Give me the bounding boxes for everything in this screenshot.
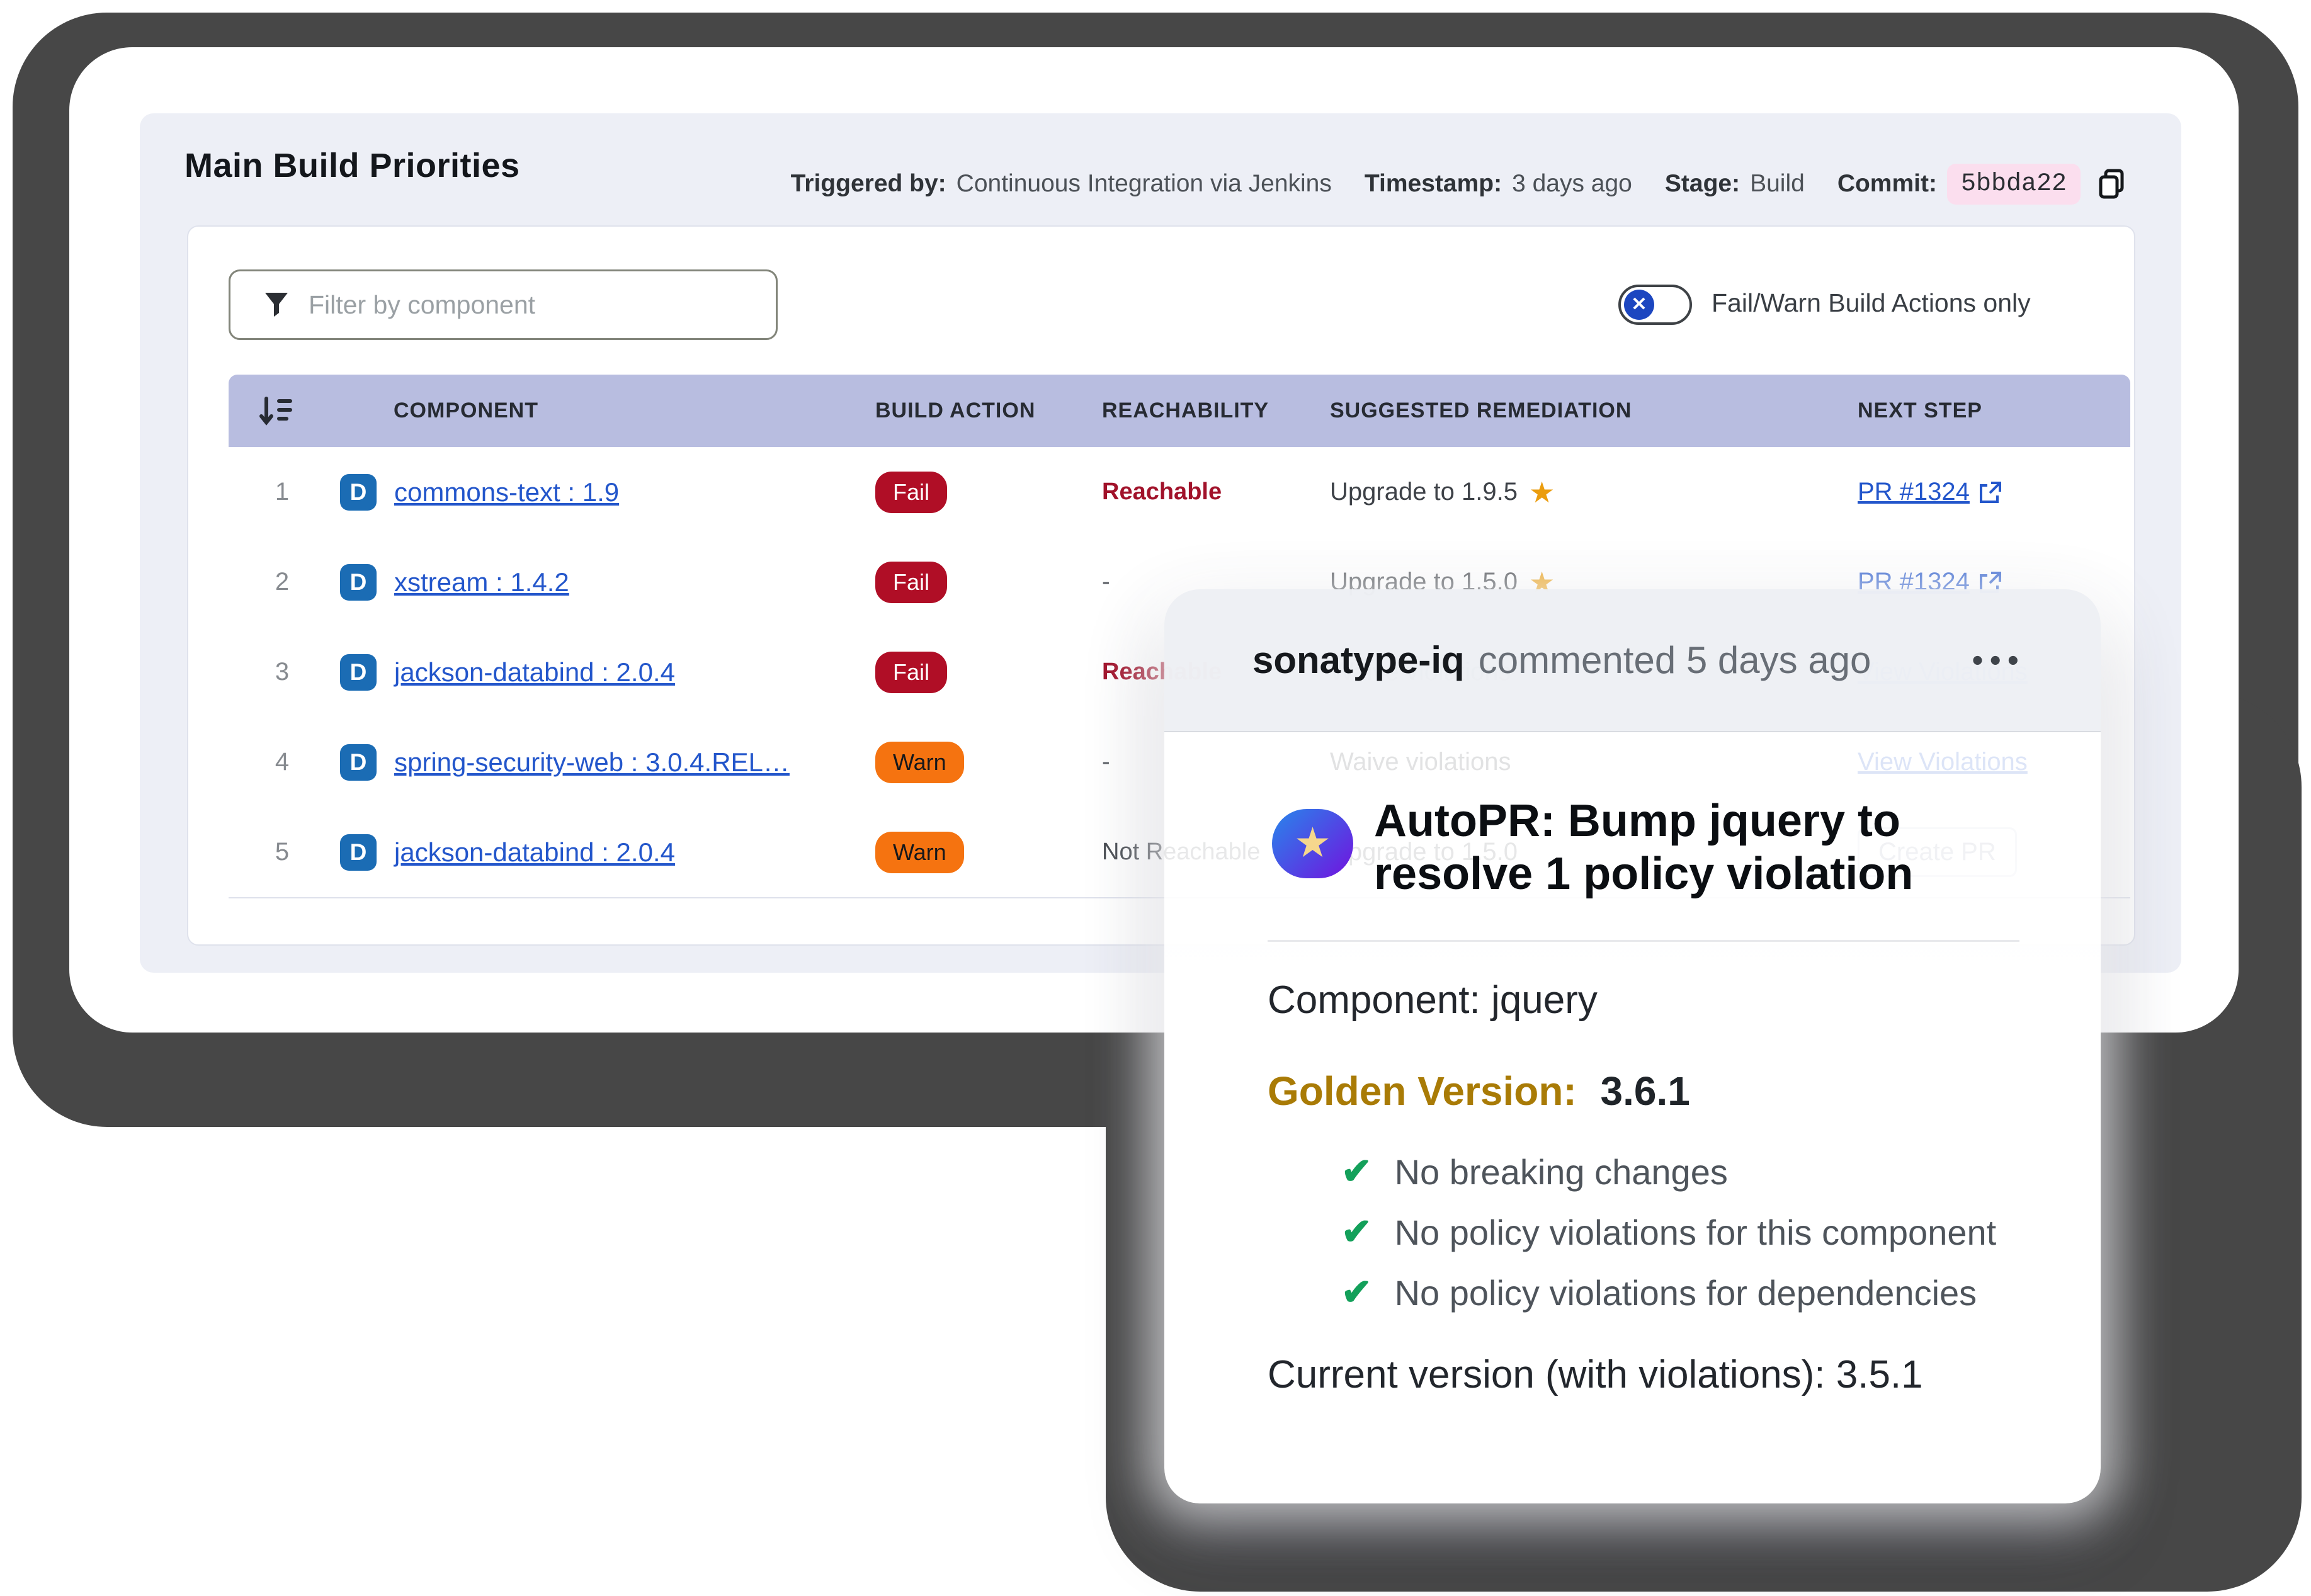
meta-label: Triggered by: [791, 170, 946, 198]
pr-link-label: PR #1324 [1858, 478, 1970, 506]
dependency-d-badge: D [340, 834, 377, 871]
dependency-d-badge: D [340, 564, 377, 601]
build-action-cell: Fail [875, 447, 947, 537]
check-item: ✔ No policy violations for this componen… [1341, 1210, 1996, 1254]
warn-badge: Warn [875, 742, 964, 783]
sort-icon[interactable] [259, 375, 293, 447]
component-cell: D commons-text : 1.9 [340, 447, 619, 537]
component-link[interactable]: jackson-databind : 2.0.4 [394, 657, 675, 688]
commit-hash-badge: 5bbda22 [1947, 164, 2081, 205]
reachability-value: - [1102, 569, 1110, 596]
meta-triggered-by: Triggered by: Continuous Integration via… [791, 170, 1332, 198]
component-cell: D jackson-databind : 2.0.4 [340, 807, 675, 897]
check-icon: ✔ [1341, 1153, 1372, 1190]
remediation-text: Upgrade to 1.9.5 [1330, 478, 1518, 506]
dependency-d-badge: D [340, 654, 377, 691]
meta-value: Build [1750, 170, 1805, 198]
reachability-cell: - [1102, 537, 1110, 627]
check-item: ✔ No policy violations for dependencies [1341, 1271, 1977, 1315]
row-number: 1 [254, 447, 310, 537]
check-icon: ✔ [1341, 1274, 1372, 1311]
meta-commit: Commit: 5bbda22 [1837, 164, 2128, 205]
meta-value: 3 days ago [1512, 170, 1632, 198]
autopr-title: AutoPR: Bump jquery to resolve 1 policy … [1374, 795, 1941, 900]
column-header-next-step: NEXT STEP [1858, 375, 1982, 447]
reachability-cell: - [1102, 717, 1110, 807]
next-step-cell: PR #1324 [1858, 447, 2002, 537]
component-cell: D jackson-databind : 2.0.4 [340, 627, 675, 717]
golden-star-icon: ★ [1529, 475, 1555, 509]
page-title: Main Build Priorities [185, 146, 520, 185]
filter-funnel-icon [263, 291, 290, 319]
check-label: No policy violations for this component [1395, 1212, 1997, 1253]
check-label: No breaking changes [1395, 1152, 1728, 1192]
fail-warn-toggle[interactable]: ✕ [1618, 285, 1692, 325]
meta-label: Stage: [1665, 170, 1740, 198]
meta-label: Timestamp: [1365, 170, 1502, 198]
illustration-canvas: Main Build Priorities Triggered by: Cont… [0, 0, 2311, 1596]
column-header-build-action: BUILD ACTION [875, 375, 1035, 447]
external-link-icon [1976, 479, 2002, 506]
component-link[interactable]: xstream : 1.4.2 [394, 567, 569, 597]
fail-badge: Fail [875, 652, 947, 693]
pr-link[interactable]: PR #1324 [1858, 478, 2002, 506]
row-number: 5 [254, 807, 310, 897]
component-link[interactable]: spring-security-web : 3.0.4.REL… [394, 747, 790, 778]
meta-stage: Stage: Build [1665, 170, 1805, 198]
column-header-component: COMPONENT [394, 375, 538, 447]
golden-version-value: 3.6.1 [1601, 1068, 1690, 1114]
filter-input[interactable]: Filter by component [229, 269, 778, 340]
row-number: 4 [254, 717, 310, 807]
autopr-star-icon: ★ [1272, 809, 1353, 878]
component-link[interactable]: jackson-databind : 2.0.4 [394, 837, 675, 868]
star-glyph: ★ [1294, 822, 1331, 863]
build-meta-row: Triggered by: Continuous Integration via… [661, 159, 2128, 209]
meta-value: Continuous Integration via Jenkins [957, 170, 1332, 198]
reachability-cell: Reachable [1102, 447, 1222, 537]
column-header-suggested-remediation: SUGGESTED REMEDIATION [1330, 375, 1632, 447]
component-link[interactable]: commons-text : 1.9 [394, 477, 619, 507]
component-cell: D spring-security-web : 3.0.4.REL… [340, 717, 790, 807]
card-divider [1268, 940, 2019, 942]
fail-badge: Fail [875, 562, 947, 603]
fail-badge: Fail [875, 472, 947, 513]
comment-author: sonatype-iq [1252, 638, 1465, 682]
check-item: ✔ No breaking changes [1341, 1150, 1728, 1194]
row-number: 2 [254, 537, 310, 627]
component-cell: D xstream : 1.4.2 [340, 537, 569, 627]
build-action-cell: Warn [875, 717, 964, 807]
build-action-cell: Fail [875, 537, 947, 627]
warn-badge: Warn [875, 832, 964, 873]
comment-card-header: sonatype-iq commented 5 days ago ••• [1164, 589, 2101, 732]
comment-timestamp: commented 5 days ago [1479, 638, 1871, 682]
meta-timestamp: Timestamp: 3 days ago [1365, 170, 1632, 198]
card-component-line: Component: jquery [1268, 978, 1598, 1022]
reachability-value: - [1102, 749, 1110, 776]
current-version-line: Current version (with violations): 3.5.1 [1268, 1352, 1923, 1397]
table-header-row: COMPONENT BUILD ACTION REACHABILITY SUGG… [229, 375, 2130, 447]
build-action-cell: Fail [875, 627, 947, 717]
remediation-cell: Upgrade to 1.9.5 ★ [1330, 447, 1555, 537]
x-icon: ✕ [1631, 295, 1647, 314]
table-row: 1 D commons-text : 1.9 Fail Reachable Up… [229, 447, 2130, 538]
dependency-d-badge: D [340, 744, 377, 781]
copy-icon[interactable] [2096, 167, 2128, 200]
toggle-label: Fail/Warn Build Actions only [1712, 288, 2031, 318]
check-label: No policy violations for dependencies [1395, 1272, 1977, 1313]
check-icon: ✔ [1341, 1214, 1372, 1250]
row-number: 3 [254, 627, 310, 717]
dependency-d-badge: D [340, 474, 377, 511]
filter-placeholder: Filter by component [309, 290, 535, 320]
meta-label: Commit: [1837, 170, 1937, 198]
toggle-knob-x-icon: ✕ [1624, 290, 1654, 320]
column-header-reachability: REACHABILITY [1102, 375, 1269, 447]
golden-version-line: Golden Version: 3.6.1 [1268, 1068, 1690, 1114]
build-action-cell: Warn [875, 807, 964, 897]
kebab-menu-icon[interactable]: ••• [1972, 644, 2025, 677]
golden-version-label: Golden Version: [1268, 1068, 1577, 1114]
reachability-value: Reachable [1102, 478, 1222, 506]
